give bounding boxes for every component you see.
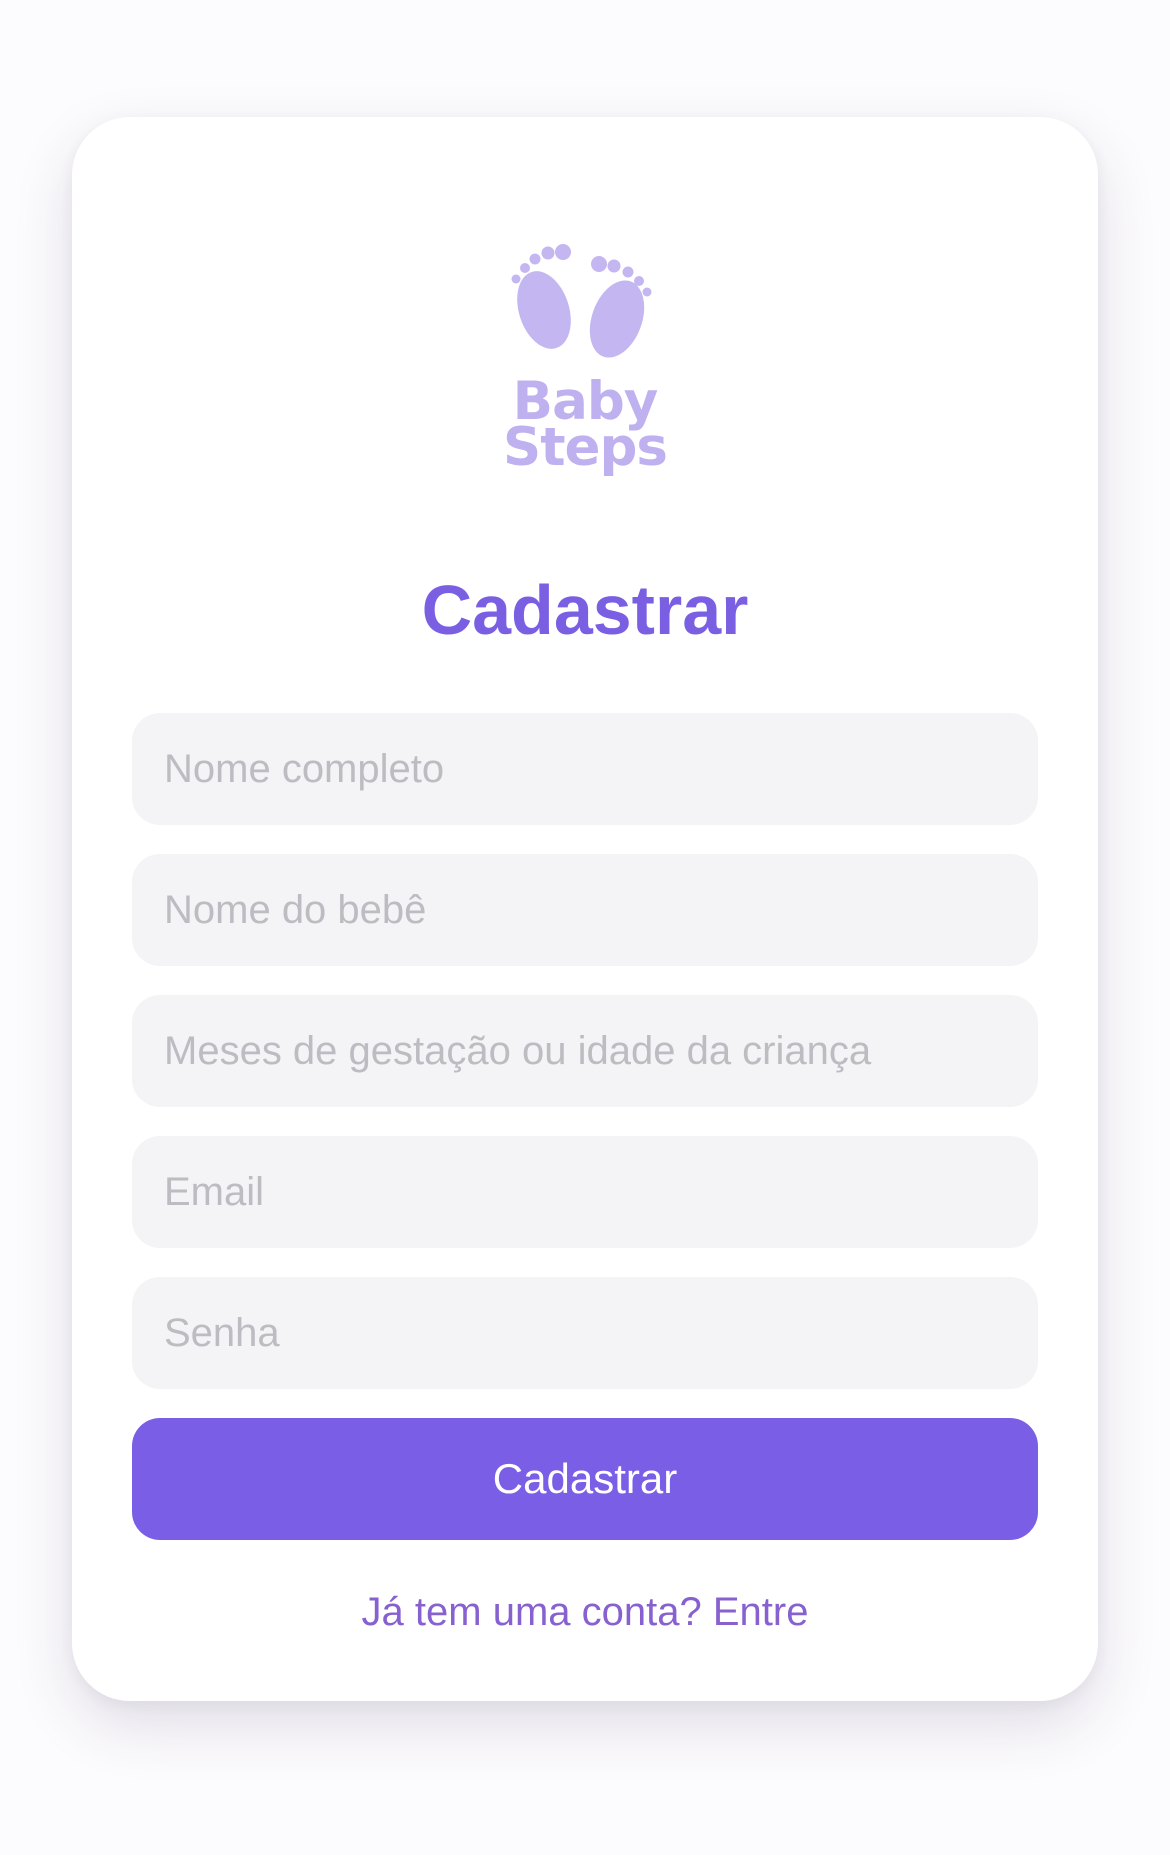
password-input[interactable] (132, 1277, 1038, 1389)
baby-footprints-icon (511, 244, 652, 358)
logo-text-steps: Steps (503, 417, 668, 478)
email-input[interactable] (132, 1136, 1038, 1248)
full-name-input[interactable] (132, 713, 1038, 825)
pregnancy-or-child-age-input[interactable] (132, 995, 1038, 1107)
signup-button[interactable]: Cadastrar (132, 1418, 1038, 1540)
baby-name-input[interactable] (132, 854, 1038, 966)
page-title: Cadastrar (421, 571, 749, 649)
login-link[interactable]: Já tem uma conta? Entre (0, 1592, 1170, 1632)
